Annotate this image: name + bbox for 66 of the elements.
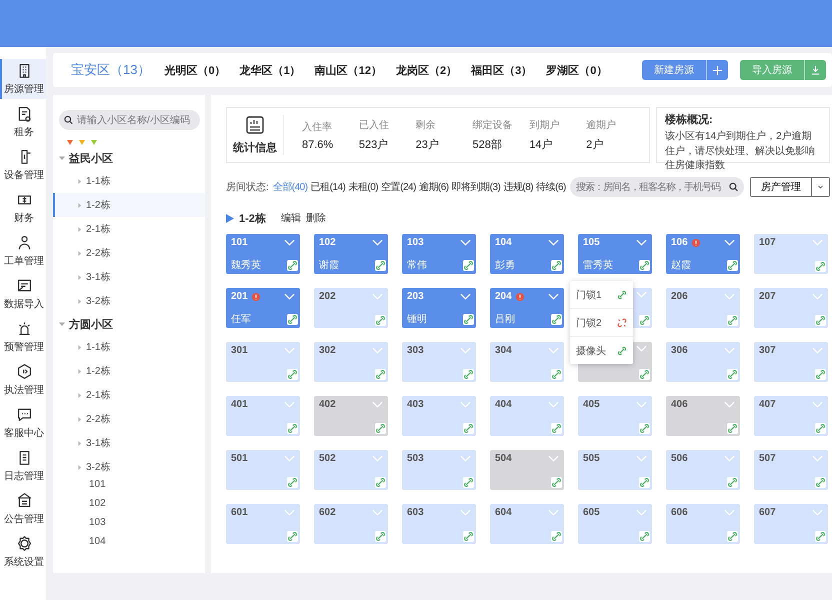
room-number: 203 xyxy=(407,291,424,302)
room-number: 105 xyxy=(583,237,600,248)
room-number: 307 xyxy=(759,345,776,356)
tenant-name: 赵霞 xyxy=(671,258,691,272)
room-number: 606 xyxy=(671,507,688,518)
room-number: 505 xyxy=(583,453,600,464)
room-number: 604 xyxy=(495,507,512,518)
room-number: 106 xyxy=(671,237,688,248)
room-number: 405 xyxy=(583,399,600,410)
room-number: 206 xyxy=(671,291,688,302)
room-number: 506 xyxy=(671,453,688,464)
stat-label: 到期户 xyxy=(529,118,560,132)
room-number: 207 xyxy=(759,291,776,302)
room-number: 303 xyxy=(407,345,424,356)
overview-text: 该小区有14户到期住户，2户逾期住户，请尽快处理、解决以免影响住房健康指数 xyxy=(665,130,816,173)
room-number: 102 xyxy=(319,237,336,248)
room-number: 504 xyxy=(495,453,512,464)
stat-value: 2户 xyxy=(586,138,604,152)
stat-value: 14户 xyxy=(529,138,554,152)
tenant-name: 雷秀英 xyxy=(583,258,613,272)
room-number: 401 xyxy=(231,399,248,410)
room-number: 104 xyxy=(495,237,512,248)
room-number: 503 xyxy=(407,453,424,464)
stats-title: 统计信息 xyxy=(233,140,277,155)
filter-label: 房间状态: xyxy=(226,180,269,194)
tenant-name: 锺明 xyxy=(407,313,427,326)
room-number: 304 xyxy=(495,345,512,356)
room-number: 407 xyxy=(759,399,776,410)
tenant-name: 彭勇 xyxy=(495,258,515,272)
building-title: 1-2栋 xyxy=(239,212,266,226)
room-number: 204 xyxy=(495,291,512,302)
tenant-name: 魏秀英 xyxy=(231,258,261,272)
room-number: 404 xyxy=(495,399,512,410)
room-number: 601 xyxy=(231,507,248,518)
room-number: 302 xyxy=(319,345,336,356)
room-number: 605 xyxy=(583,507,600,518)
room-number: 201 xyxy=(231,291,248,302)
room-number: 107 xyxy=(759,237,776,248)
room-number: 406 xyxy=(671,399,688,410)
tenant-name: 任军 xyxy=(231,313,251,326)
room-number: 501 xyxy=(231,453,248,464)
room-number: 402 xyxy=(319,399,336,410)
overview-title: 楼栋概况: xyxy=(665,112,714,127)
tenant-name: 常伟 xyxy=(407,258,427,272)
stat-value: 23户 xyxy=(416,138,440,152)
room-number: 602 xyxy=(319,507,336,518)
stat-label: 逾期户 xyxy=(586,118,618,132)
room-number: 101 xyxy=(231,237,248,248)
stat-label: 已入住 xyxy=(358,118,390,132)
stat-label: 入住率 xyxy=(302,120,333,134)
room-number: 103 xyxy=(407,237,424,248)
tenant-name: 吕刚 xyxy=(495,313,515,326)
room-number: 306 xyxy=(671,345,688,356)
stat-value: 523户 xyxy=(358,138,390,152)
stat-value: 87.6% xyxy=(302,138,334,150)
room-number: 603 xyxy=(407,507,424,518)
tenant-name: 谢霞 xyxy=(319,258,339,272)
stat-label: 绑定设备 xyxy=(472,118,514,132)
room-number: 507 xyxy=(759,453,776,464)
room-number: 202 xyxy=(319,291,336,302)
stat-label: 剩余 xyxy=(416,119,437,132)
room-number: 301 xyxy=(231,345,248,356)
room-number: 607 xyxy=(759,507,776,518)
room-number: 403 xyxy=(407,399,424,410)
stat-value: 528部 xyxy=(472,138,503,152)
room-number: 502 xyxy=(319,453,336,464)
